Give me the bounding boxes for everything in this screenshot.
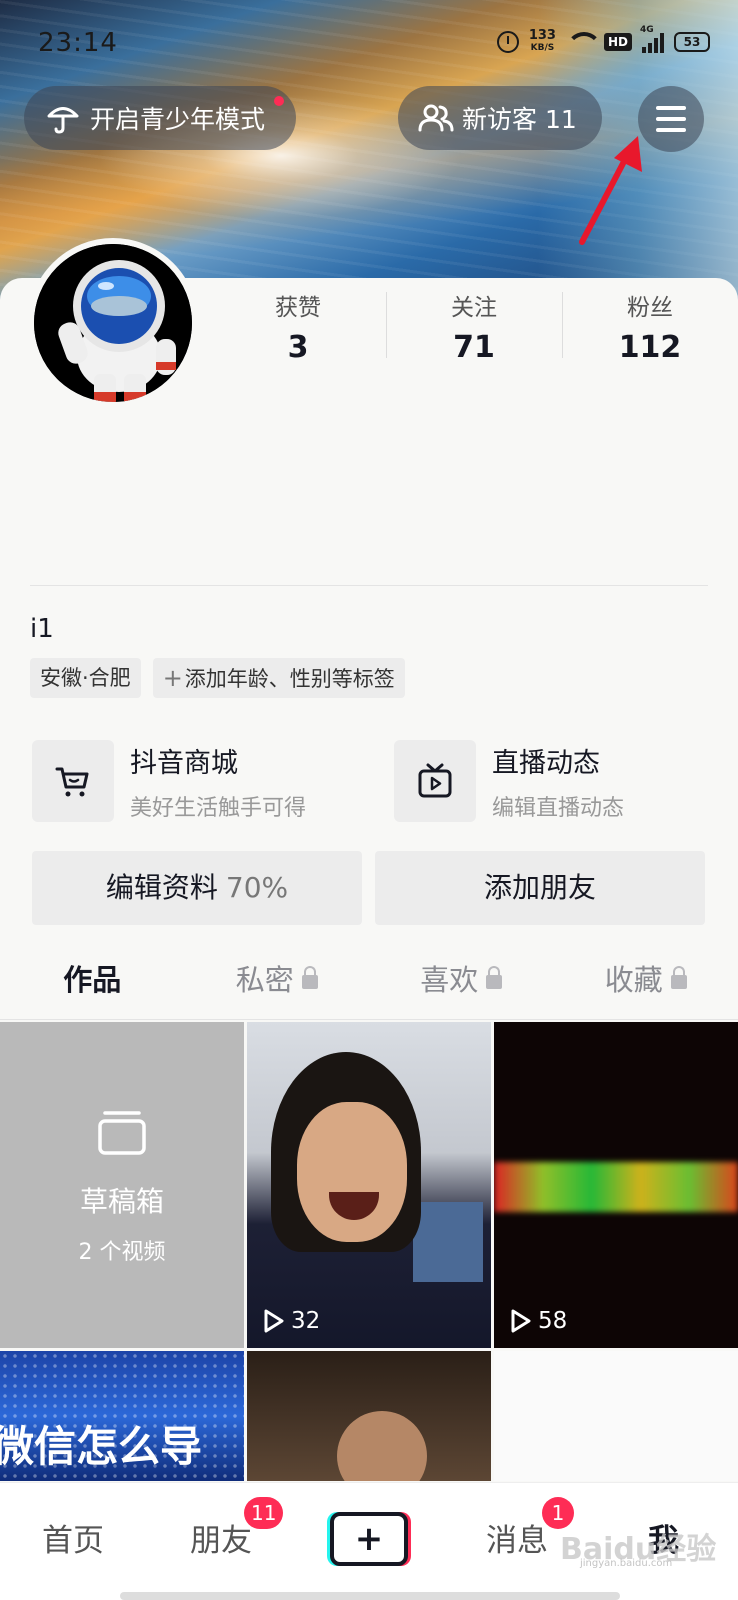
alarm-icon — [496, 31, 519, 53]
umbrella-icon — [47, 107, 79, 134]
thumbnail-decor — [494, 1162, 738, 1212]
tv-play-icon — [394, 740, 476, 822]
teen-mode-button[interactable]: 开启青少年模式 — [24, 86, 296, 150]
stat-value: 71 — [453, 330, 495, 365]
empty-cell — [494, 1351, 738, 1481]
stat-label: 获赞 — [275, 295, 321, 321]
profile-completion: 70% — [225, 871, 289, 904]
video-thumbnail[interactable]: 微信怎么导 — [0, 1351, 244, 1481]
edit-profile-label: 编辑资料 — [105, 871, 218, 904]
tab-label: 作品 — [63, 963, 122, 997]
thumbnail-text: 微信怎么导 — [0, 1422, 203, 1471]
stat-following[interactable]: 关注 71 — [386, 288, 562, 368]
lock-icon — [670, 966, 687, 989]
new-visitors-label: 新访客 11 — [462, 105, 577, 134]
video-thumbnail[interactable] — [247, 1351, 491, 1481]
profile-tags: 安徽·合肥 +添加年龄、性别等标签 — [30, 658, 405, 698]
status-time: 23:14 — [38, 28, 118, 58]
drafts-box-icon — [98, 1111, 146, 1155]
speed-unit: KB/S — [530, 43, 555, 53]
tab-works[interactable]: 作品 — [0, 950, 185, 1029]
stat-followers[interactable]: 粉丝 112 — [562, 288, 738, 368]
shopping-cart-icon — [32, 740, 114, 822]
status-bar: 23:14 133 KB/S HD 4G 53 — [0, 0, 738, 88]
video-thumbnail[interactable]: 32 — [247, 1022, 491, 1348]
play-count: 32 — [263, 1308, 320, 1334]
stat-label: 粉丝 — [627, 295, 673, 321]
stat-value: 3 — [287, 330, 309, 365]
add-friend-button[interactable]: 添加朋友 — [375, 851, 705, 925]
create-post-button[interactable]: + — [330, 1512, 408, 1566]
stat-likes[interactable]: 获赞 3 — [210, 288, 386, 368]
live-subtitle: 编辑直播动态 — [492, 795, 625, 821]
play-count-value: 58 — [538, 1308, 568, 1334]
hd-icon: HD — [603, 33, 632, 51]
tab-favorites[interactable]: 收藏 — [554, 950, 738, 1019]
nav-messages[interactable]: 消息 — [486, 1515, 548, 1560]
thumbnail-decor — [297, 1102, 407, 1242]
signal-icon: 4G — [640, 25, 664, 53]
wifi-icon — [565, 32, 602, 52]
location-tag[interactable]: 安徽·合肥 — [30, 658, 141, 698]
content-tabs: 作品 私密 喜欢 收藏 — [0, 950, 738, 1029]
plus-icon: + — [162, 664, 183, 692]
tab-label: 私密 — [235, 963, 294, 997]
tab-label: 喜欢 — [420, 963, 479, 997]
live-updates-entry[interactable]: 直播动态 编辑直播动态 — [394, 740, 624, 822]
lock-icon — [301, 966, 318, 989]
edit-profile-button[interactable]: 编辑资料 70% — [32, 851, 362, 925]
mall-subtitle: 美好生活触手可得 — [130, 795, 307, 821]
drafts-count: 2 个视频 — [78, 1240, 166, 1265]
play-icon — [264, 1309, 284, 1333]
watermark-url: jingyan.baidu.com — [580, 1558, 673, 1569]
plus-icon: + — [354, 1519, 384, 1559]
play-icon — [511, 1309, 531, 1333]
video-thumbnail[interactable]: 58 — [494, 1022, 738, 1348]
mall-title: 抖音商城 — [130, 747, 238, 779]
username: i1 — [30, 614, 54, 644]
thumbnail-decor — [337, 1411, 427, 1481]
nav-friends[interactable]: 朋友 — [190, 1515, 252, 1560]
stat-value: 112 — [618, 330, 682, 365]
drafts-box[interactable]: 草稿箱 2 个视频 — [0, 1022, 244, 1348]
avatar[interactable] — [28, 238, 198, 408]
tab-label: 收藏 — [604, 963, 663, 997]
stat-label: 关注 — [451, 295, 497, 321]
add-tags-button[interactable]: +添加年龄、性别等标签 — [152, 658, 405, 698]
network-speed: 133 KB/S — [528, 28, 556, 54]
friends-badge: 11 — [244, 1497, 284, 1529]
notification-dot — [274, 96, 284, 106]
home-indicator[interactable] — [120, 1592, 620, 1600]
add-tags-label: 添加年龄、性别等标签 — [184, 667, 395, 691]
people-icon — [418, 104, 454, 132]
speed-value: 133 — [528, 28, 556, 43]
battery-icon: 53 — [674, 32, 710, 52]
live-title: 直播动态 — [492, 747, 600, 779]
drafts-title: 草稿箱 — [79, 1185, 164, 1218]
profile-stats: 获赞 3 关注 71 粉丝 112 — [210, 288, 738, 368]
annotation-arrow — [579, 136, 642, 245]
lock-icon — [486, 966, 503, 989]
divider — [30, 585, 708, 586]
teen-mode-label: 开启青少年模式 — [90, 105, 266, 134]
thumbnail-decor — [413, 1202, 483, 1282]
play-count: 58 — [510, 1308, 567, 1334]
network-type: 4G — [640, 25, 654, 35]
nav-home[interactable]: 首页 — [42, 1515, 104, 1560]
douyin-mall-entry[interactable]: 抖音商城 美好生活触手可得 — [32, 740, 306, 822]
play-count-value: 32 — [291, 1308, 321, 1334]
status-icons: 133 KB/S HD 4G 53 — [496, 25, 710, 54]
baidu-watermark: Baidu经验 jingyan.baidu.com — [560, 1524, 716, 1569]
tab-likes[interactable]: 喜欢 — [369, 950, 554, 1019]
tab-private[interactable]: 私密 — [185, 950, 370, 1019]
